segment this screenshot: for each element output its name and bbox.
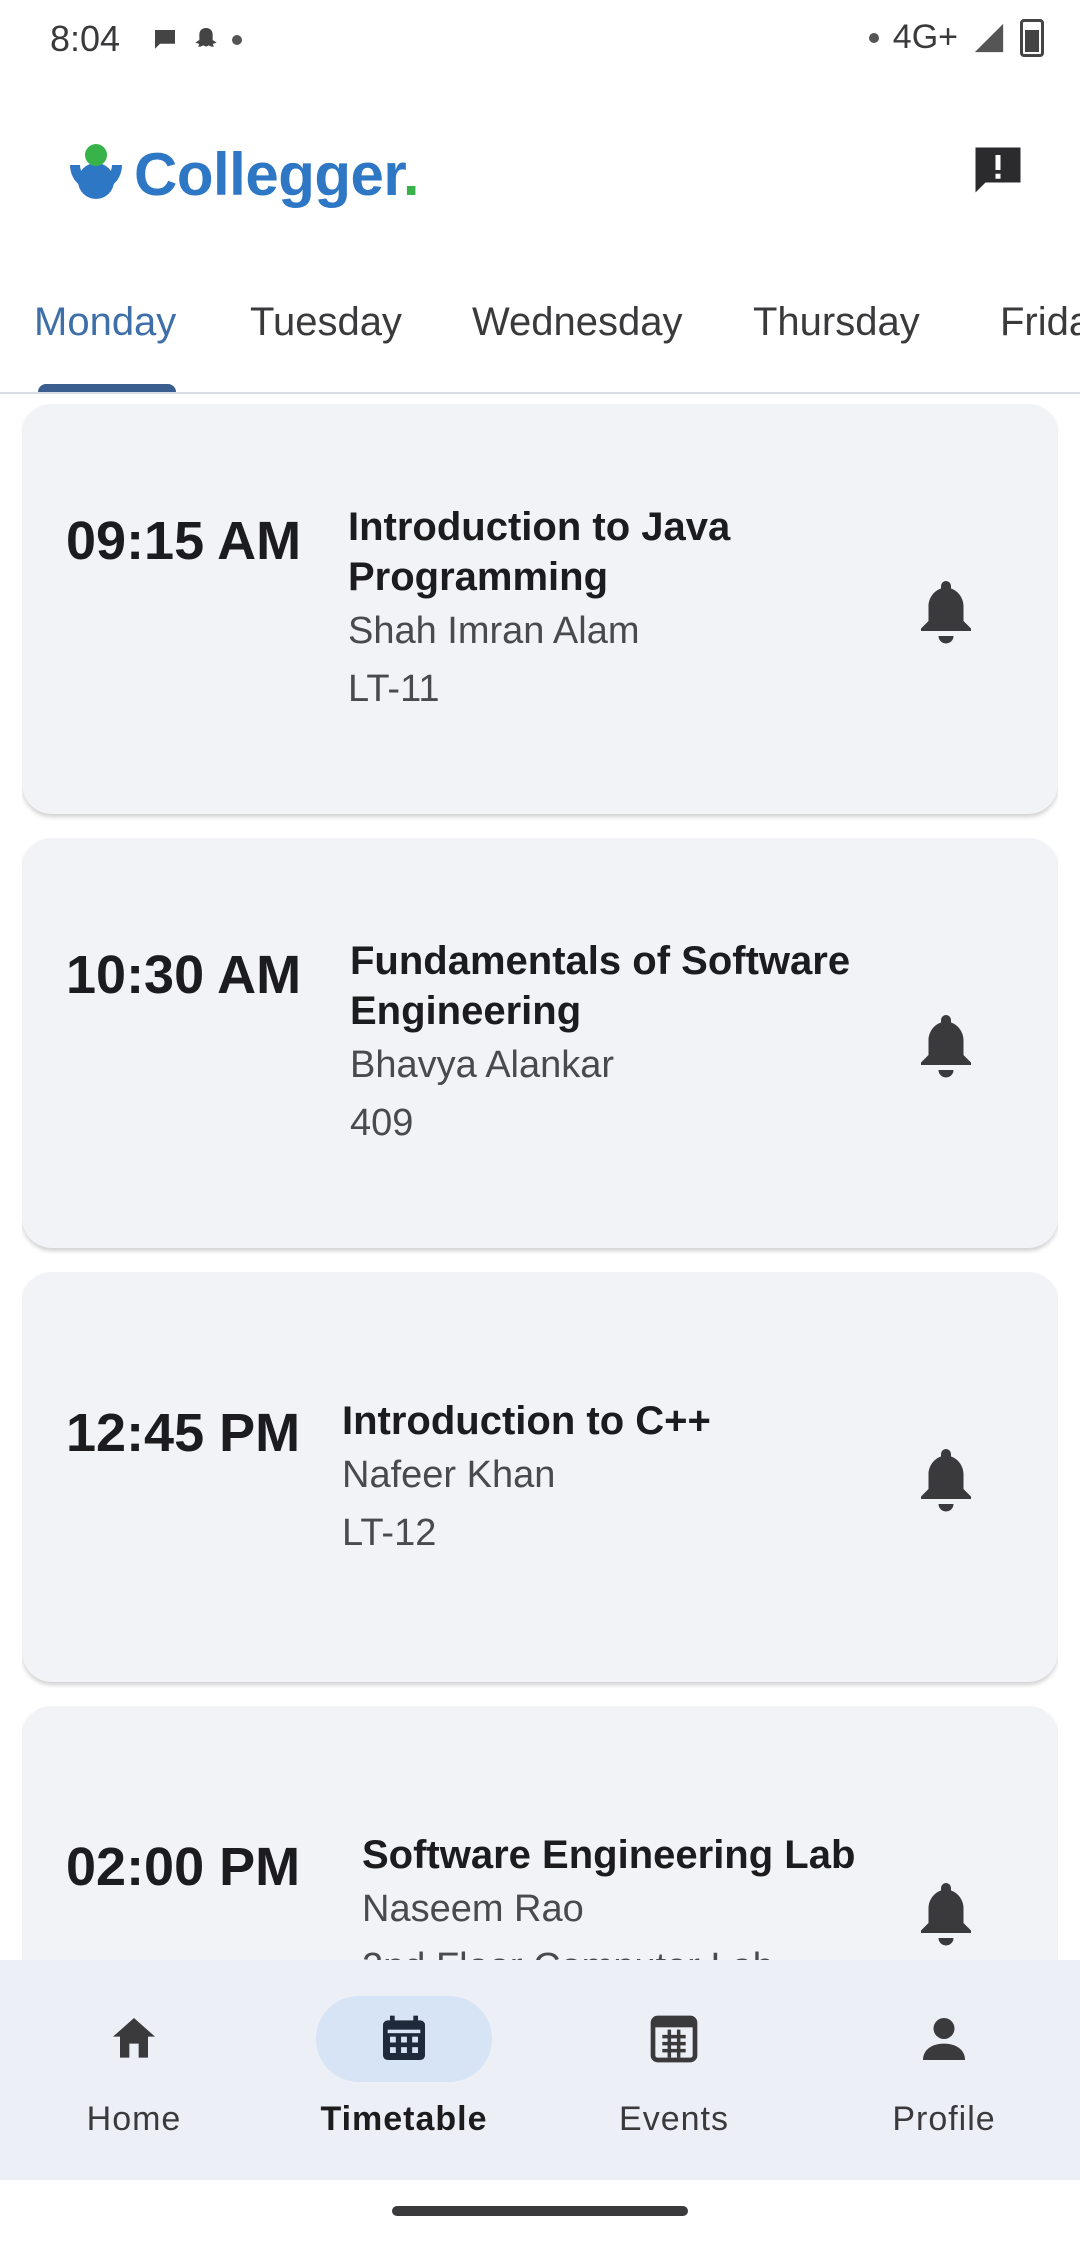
class-room: 2nd Floor Computer Lab [362, 1938, 855, 1960]
events-icon [650, 2015, 698, 2063]
class-instructor: Nafeer Khan [342, 1454, 556, 1496]
ghost-icon [195, 28, 217, 47]
battery-icon [1020, 18, 1044, 57]
tab-friday[interactable]: Frida [1000, 300, 1080, 345]
network-type: 4G+ [892, 18, 958, 56]
class-title: Software Engineering Lab [362, 1833, 856, 1877]
app-logo: Collegger. [64, 140, 420, 209]
class-info: Introduction to C++ Nafeer Khan LT-12 [342, 1396, 711, 1562]
bell-icon[interactable] [916, 1878, 976, 1948]
class-card[interactable]: 12:45 PM Introduction to C++ Nafeer Khan… [22, 1272, 1058, 1682]
bell-icon[interactable] [916, 1444, 976, 1514]
class-instructor: Bhavya Alankar [350, 1044, 615, 1086]
class-info: Introduction to Java Programming Shah Imr… [348, 502, 730, 718]
nav-icon-container [856, 1996, 1032, 2082]
bell-icon[interactable] [916, 576, 976, 646]
class-title-line: Programming [348, 555, 609, 599]
class-time: 10:30 AM [66, 945, 302, 1005]
bell-icon[interactable] [916, 1010, 976, 1080]
chat-bubble-icon [155, 30, 175, 49]
nav-icon-container [586, 1996, 762, 2082]
nav-events[interactable]: Events [574, 1996, 774, 2139]
status-time: 8:04 [50, 18, 121, 59]
class-time: 12:45 PM [66, 1403, 301, 1463]
brand-name-text: Collegger [134, 141, 403, 208]
calendar-icon [383, 2015, 425, 2060]
nav-timetable[interactable]: Timetable [304, 1996, 504, 2139]
gesture-home-indicator[interactable] [392, 2206, 688, 2216]
logo-mark-icon [70, 143, 122, 199]
nav-label: Home [86, 2100, 182, 2138]
class-title-line: Engineering [350, 989, 582, 1033]
class-title-line: Fundamentals of Software [350, 939, 851, 983]
nav-label: Profile [892, 2100, 996, 2138]
class-title-line: Introduction to Java [348, 505, 731, 549]
bottom-navigation: Home Timetable Events Profile [0, 1960, 1080, 2180]
signal-icon [974, 23, 1004, 52]
nav-label: Events [619, 2100, 729, 2138]
class-title: Introduction to C++ [342, 1399, 711, 1443]
nav-icon-container [316, 1996, 492, 2082]
class-room: LT-11 [348, 668, 440, 710]
class-list[interactable]: 09:15 AM Introduction to Java Programming… [22, 404, 1058, 1960]
home-icon [113, 2018, 155, 2058]
class-card[interactable]: 10:30 AM Fundamentals of Software Enginee… [22, 838, 1058, 1248]
report-feedback-icon[interactable] [968, 140, 1028, 200]
class-room: LT-12 [342, 1512, 437, 1554]
brand-name: Collegger. [134, 140, 420, 209]
nav-label: Timetable [320, 2100, 488, 2138]
status-bar: 8:04 4G+ [0, 0, 1080, 90]
class-info: Fundamentals of Software Engineering Bhav… [350, 936, 850, 1152]
day-tabs: Monday Tuesday Wednesday Thursday Frida [0, 280, 1080, 394]
tab-monday[interactable]: Monday [34, 300, 176, 345]
active-tab-indicator [38, 384, 176, 392]
class-room: 409 [350, 1102, 414, 1144]
class-card[interactable]: 09:15 AM Introduction to Java Programming… [22, 404, 1058, 814]
nav-home[interactable]: Home [34, 1996, 234, 2139]
more-notifications-icon [232, 35, 242, 45]
class-instructor: Naseem Rao [362, 1888, 584, 1930]
class-time: 02:00 PM [66, 1837, 301, 1897]
system-status: 4G+ [868, 18, 1044, 57]
brand-dot: . [402, 141, 420, 208]
dot-icon [868, 32, 879, 43]
class-title: Introduction to Java Programming [348, 502, 730, 602]
tab-tuesday[interactable]: Tuesday [250, 300, 402, 345]
class-card[interactable]: 02:00 PM Software Engineering Lab Naseem… [22, 1706, 1058, 1960]
tab-wednesday[interactable]: Wednesday [472, 300, 683, 345]
class-info: Software Engineering Lab Naseem Rao 2nd … [362, 1830, 855, 1960]
class-time: 09:15 AM [66, 511, 302, 571]
tab-thursday[interactable]: Thursday [753, 300, 920, 345]
class-instructor: Shah Imran Alam [348, 610, 640, 652]
class-title: Fundamentals of Software Engineering [350, 936, 850, 1036]
app-bar: Collegger. [0, 100, 1080, 250]
nav-icon-container [46, 1996, 222, 2082]
notification-icons [150, 24, 242, 56]
person-icon [923, 2018, 965, 2060]
nav-profile[interactable]: Profile [844, 1996, 1044, 2139]
